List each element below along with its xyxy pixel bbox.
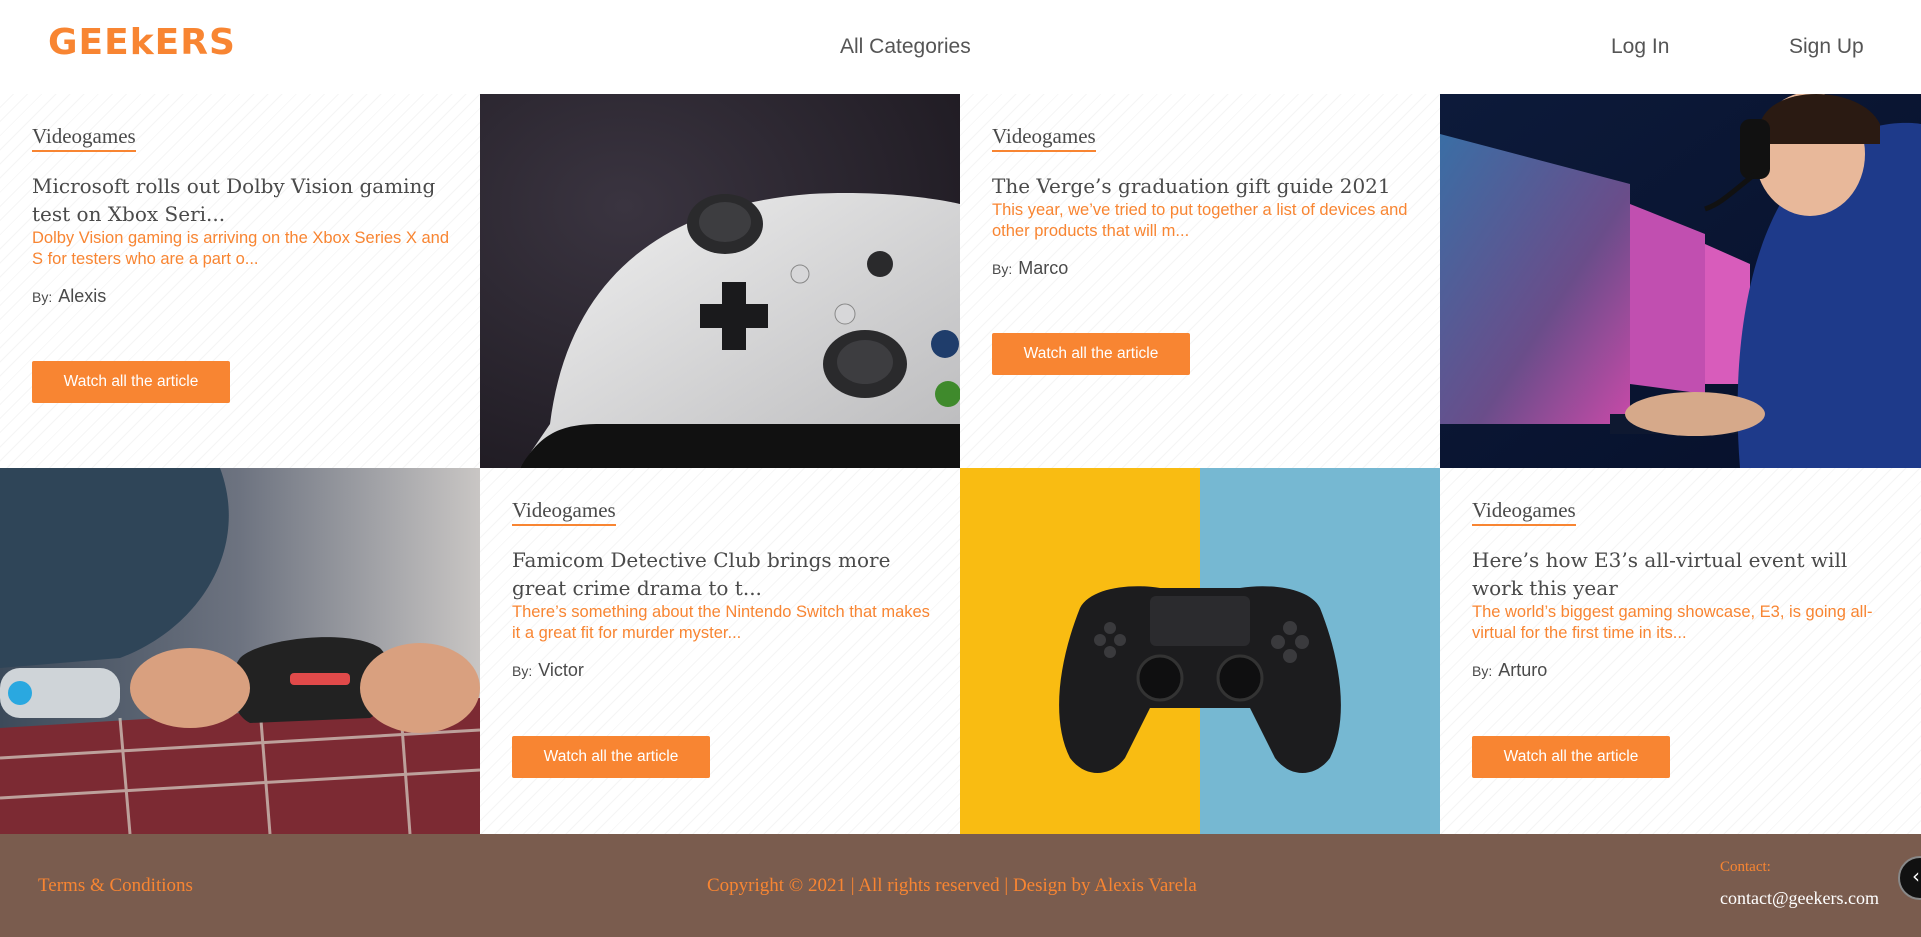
- article-image[interactable]: [0, 468, 480, 834]
- article-author: By: Victor: [512, 660, 928, 681]
- article-card: Videogames Famicom Detective Club brings…: [480, 468, 960, 834]
- article-card: Videogames The Verge’s graduation gift g…: [960, 94, 1440, 468]
- nav-all-categories[interactable]: All Categories: [840, 35, 971, 59]
- xbox-controller-image: [480, 94, 960, 468]
- article-card: Videogames Microsoft rolls out Dolby Vis…: [0, 94, 480, 468]
- article-image[interactable]: [960, 468, 1440, 834]
- article-title: Here’s how E3’s all-virtual event will w…: [1472, 548, 1848, 600]
- article-card: Videogames Here’s how E3’s all-virtual e…: [1440, 468, 1921, 834]
- article-title: Microsoft rolls out Dolby Vision gaming …: [32, 174, 436, 226]
- article-title: The Verge’s graduation gift guide 2021: [992, 174, 1391, 198]
- article-excerpt: The world’s biggest gaming showcase, E3,…: [1472, 603, 1873, 642]
- chevron-left-icon: ‹: [1912, 864, 1920, 888]
- author-name: Alexis: [58, 286, 107, 306]
- article-excerpt: Dolby Vision gaming is arriving on the X…: [32, 229, 450, 268]
- article-image[interactable]: [480, 94, 960, 468]
- hands-controller-image: [0, 468, 480, 834]
- author-by-label: By:: [512, 663, 533, 679]
- article-excerpt: This year, we’ve tried to put together a…: [992, 201, 1408, 240]
- site-logo[interactable]: GEEkERS: [48, 22, 236, 63]
- watch-article-button[interactable]: Watch all the article: [512, 736, 710, 778]
- author-name: Arturo: [1498, 660, 1548, 680]
- watch-article-button[interactable]: Watch all the article: [32, 361, 230, 403]
- article-image[interactable]: [1440, 94, 1921, 468]
- article-author: By: Arturo: [1472, 660, 1889, 681]
- article-author: By: Alexis: [32, 286, 448, 307]
- site-footer: Terms & Conditions Copyright © 2021 | Al…: [0, 834, 1921, 937]
- article-excerpt: There’s something about the Nintendo Swi…: [512, 603, 930, 642]
- author-by-label: By:: [1472, 663, 1493, 679]
- scroll-toggle-button[interactable]: ‹: [1898, 856, 1921, 900]
- author-by-label: By:: [992, 261, 1013, 277]
- article-category[interactable]: Videogames: [512, 498, 616, 526]
- article-category[interactable]: Videogames: [992, 124, 1096, 152]
- author-by-label: By:: [32, 289, 53, 305]
- watch-article-button[interactable]: Watch all the article: [1472, 736, 1670, 778]
- watch-article-button[interactable]: Watch all the article: [992, 333, 1190, 375]
- contact-email-link[interactable]: contact@geekers.com: [1720, 888, 1879, 909]
- author-name: Victor: [538, 660, 584, 680]
- articles-grid: Videogames Microsoft rolls out Dolby Vis…: [0, 94, 1921, 834]
- playstation-controller-image: [960, 468, 1440, 834]
- article-category[interactable]: Videogames: [1472, 498, 1576, 526]
- nav-login[interactable]: Log In: [1611, 35, 1669, 59]
- gamer-photo-image: [1440, 94, 1921, 468]
- contact-label: Contact:: [1720, 859, 1771, 875]
- nav-signup[interactable]: Sign Up: [1789, 35, 1864, 59]
- article-author: By: Marco: [992, 258, 1408, 279]
- article-title: Famicom Detective Club brings more great…: [512, 548, 891, 600]
- author-name: Marco: [1018, 258, 1069, 278]
- terms-link[interactable]: Terms & Conditions: [38, 875, 193, 897]
- site-header: GEEkERS All Categories Log In Sign Up: [0, 0, 1921, 94]
- article-category[interactable]: Videogames: [32, 124, 136, 152]
- copyright-text: Copyright © 2021 | All rights reserved |…: [707, 875, 1197, 896]
